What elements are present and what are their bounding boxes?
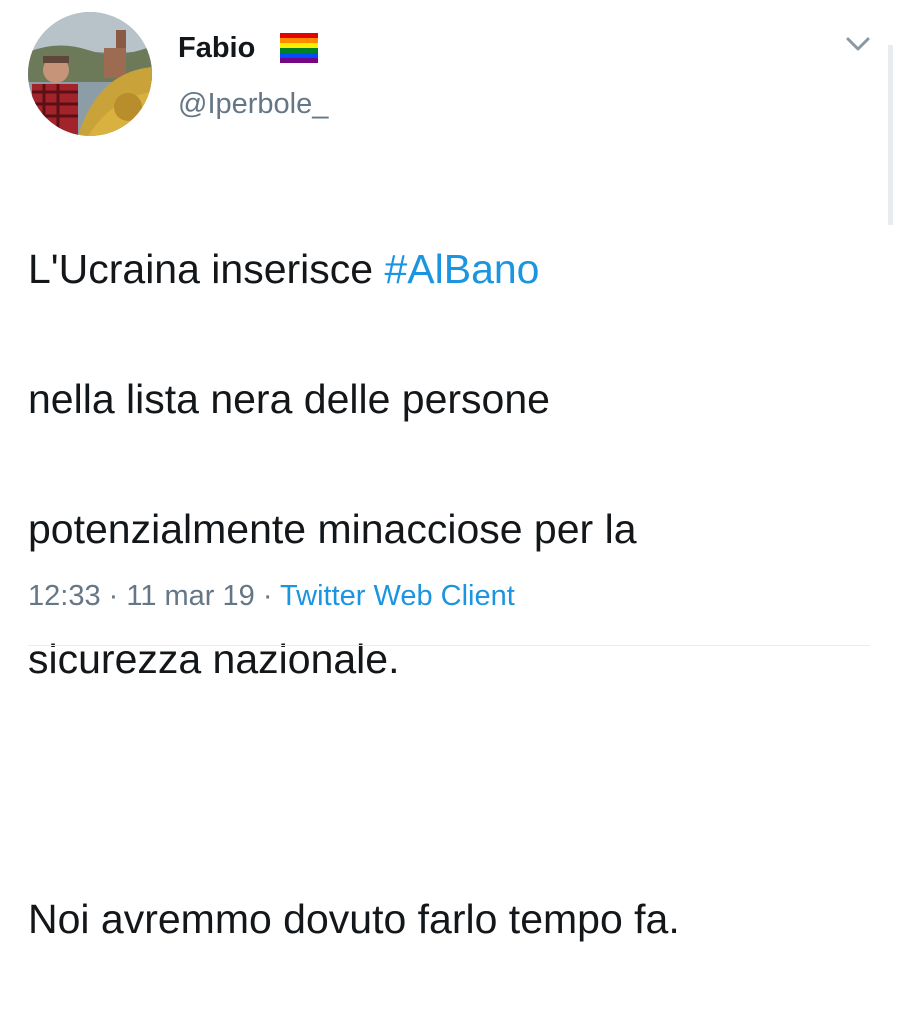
author-handle[interactable]: @Iperbole_ <box>178 86 328 122</box>
tweet-client-link[interactable]: Twitter Web Client <box>280 580 515 612</box>
meta-separator: · <box>254 580 281 612</box>
author-display-name[interactable]: Fabio <box>178 30 255 66</box>
avatar[interactable] <box>28 12 152 136</box>
rainbow-flag-icon <box>280 33 318 63</box>
tweet-date[interactable]: 11 mar 19 <box>126 580 254 612</box>
tweet-line-3: potenzialmente minacciose per la <box>28 506 637 552</box>
scrollbar[interactable] <box>888 45 893 225</box>
tweet-line-5: Noi avremmo dovuto farlo tempo fa. <box>28 896 680 942</box>
tweet-line-1: L'Ucraina inserisce #AlBano <box>28 237 878 302</box>
meta-separator: · <box>100 580 127 612</box>
tweet-time[interactable]: 12:33 <box>28 580 101 612</box>
hashtag-link[interactable]: #AlBano <box>384 246 539 292</box>
tweet-card: Fabio @Iperbole_ L'Ucraina inserisce #Al… <box>0 0 898 942</box>
tweet-line-2: nella lista nera delle persone <box>28 376 550 422</box>
chevron-down-icon[interactable] <box>843 34 873 54</box>
divider <box>28 645 870 646</box>
tweet-meta: 12:33 · 11 mar 19 · Twitter Web Client <box>28 578 515 614</box>
avatar-photo <box>28 12 152 136</box>
tweet-text-prefix: L'Ucraina inserisce <box>28 246 385 292</box>
